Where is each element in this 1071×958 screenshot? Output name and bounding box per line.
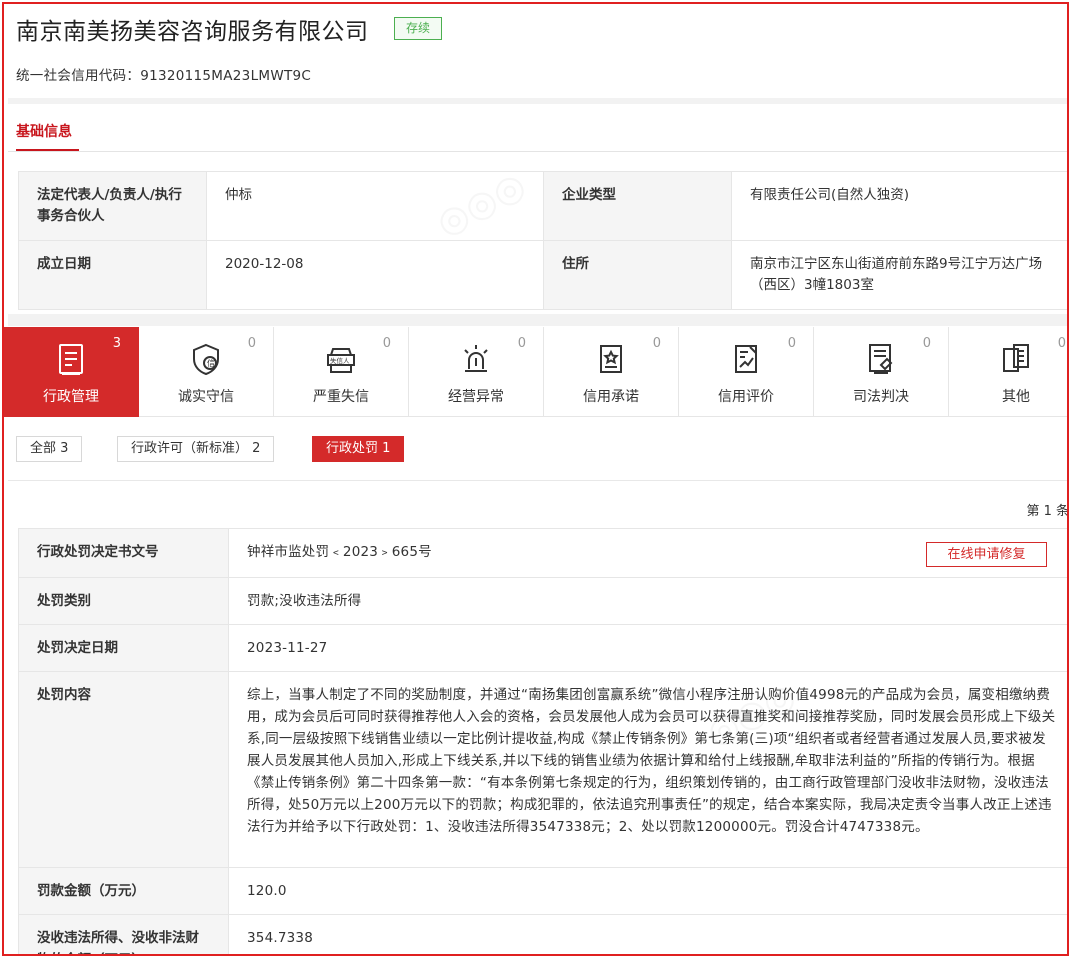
page-frame: ◎◎◎ ◎◎◎ ◎◎◎ 南京南美扬美容咨询服务有限公司 存续 统一社会信用代码：…	[2, 2, 1069, 956]
table-row: 成立日期 2020-12-08 住所 南京市江宁区东山街道府前东路9号江宁万达广…	[18, 240, 1067, 310]
fine-amount-value: 120.0	[228, 867, 1067, 915]
tab-basic-info[interactable]: 基础信息	[16, 121, 72, 141]
category-label: 行政管理	[43, 389, 99, 405]
category-tab-admin[interactable]: 3 行政管理	[4, 327, 139, 417]
table-row: 没收违法所得、没收非法财物的金额（万元） 354.7338	[18, 914, 1067, 954]
document-list-icon	[59, 344, 83, 375]
category-tab-abnormal[interactable]: 0 经营异常	[409, 327, 544, 417]
found-date-value: 2020-12-08	[206, 240, 544, 310]
category-label: 处罚类别	[18, 577, 229, 625]
table-row: 处罚内容 综上，当事人制定了不同的奖励制度，并通过“南扬集团创富赢系统”微信小程…	[18, 671, 1067, 868]
category-count: 0	[1057, 336, 1066, 351]
filter-penalty-button[interactable]: 行政处罚 1	[312, 436, 405, 462]
category-count: 3	[112, 336, 121, 351]
category-label: 信用承诺	[583, 389, 639, 405]
table-row: 处罚类别 罚款;没收违法所得	[18, 577, 1067, 625]
decision-date-value: 2023-11-27	[228, 624, 1067, 672]
category-label: 信用评价	[718, 389, 774, 405]
svg-text:失信人: 失信人	[330, 356, 350, 365]
company-name: 南京南美扬美容咨询服务有限公司	[16, 19, 369, 45]
content-label: 处罚内容	[18, 671, 229, 868]
filter-license-button[interactable]: 行政许可（新标准） 2	[117, 436, 275, 462]
category-count: 0	[787, 336, 796, 351]
category-count: 0	[247, 336, 256, 351]
judgment-document-icon	[869, 344, 893, 374]
filter-all-button[interactable]: 全部 3	[16, 436, 83, 462]
table-row: 行政处罚决定书文号 钟祥市监处罚﹤2023﹥665号	[18, 528, 1067, 578]
found-date-label: 成立日期	[18, 240, 207, 310]
credit-code: 统一社会信用代码：91320115MA23LMWT9C	[16, 68, 312, 84]
category-count: 0	[517, 336, 526, 351]
category-tab-honesty[interactable]: 0 信 诚实守信	[139, 327, 274, 417]
table-row: 法定代表人/负责人/执行事务合伙人 仲标 企业类型 有限责任公司(自然人独资)	[18, 171, 1067, 241]
penalty-detail-table: 行政处罚决定书文号 钟祥市监处罚﹤2023﹥665号 处罚类别 罚款;没收违法所…	[18, 528, 1067, 954]
category-label: 诚实守信	[178, 389, 234, 405]
content-value: 综上，当事人制定了不同的奖励制度，并通过“南扬集团创富赢系统”微信小程序注册认购…	[228, 671, 1067, 868]
decision-date-label: 处罚决定日期	[18, 624, 229, 672]
category-label: 司法判决	[853, 389, 909, 405]
legal-rep-value: 仲标	[206, 171, 544, 241]
shield-credit-icon: 信	[193, 343, 219, 376]
category-tab-other[interactable]: 0 其他	[949, 327, 1067, 417]
category-tab-dishonest[interactable]: 0 失信人 严重失信	[274, 327, 409, 417]
legal-rep-label: 法定代表人/负责人/执行事务合伙人	[18, 171, 207, 241]
evaluation-chart-icon	[735, 345, 757, 373]
table-row: 处罚决定日期 2023-11-27	[18, 624, 1067, 672]
basic-info-table: 法定代表人/负责人/执行事务合伙人 仲标 企业类型 有限责任公司(自然人独资) …	[18, 171, 1067, 310]
tab-divider	[8, 151, 1067, 152]
online-repair-button[interactable]: 在线申请修复	[926, 542, 1047, 567]
status-badge: 存续	[394, 17, 442, 40]
category-label: 其他	[1002, 389, 1030, 405]
ent-type-value: 有限责任公司(自然人独资)	[731, 171, 1067, 241]
category-count: 0	[652, 336, 661, 351]
dishonest-person-icon: 失信人	[327, 348, 355, 373]
category-tab-judicial[interactable]: 0 司法判决	[814, 327, 949, 417]
category-label: 严重失信	[313, 389, 369, 405]
fine-amount-label: 罚款金额（万元）	[18, 867, 229, 915]
section-divider	[8, 314, 1067, 326]
category-label: 经营异常	[448, 389, 504, 405]
category-count: 0	[922, 336, 931, 351]
category-tabs: 3 行政管理 0 信 诚实守信 0 失信人 严重失信 0 经营异常 0 信用承诺…	[4, 327, 1067, 417]
confiscate-amount-value: 354.7338	[228, 914, 1067, 954]
certificate-icon	[600, 345, 622, 373]
address-label: 住所	[543, 240, 732, 310]
section-divider	[8, 98, 1067, 104]
alarm-light-icon	[464, 345, 488, 372]
page-count: 第 1 条	[1026, 504, 1069, 519]
other-document-icon	[1003, 344, 1029, 372]
category-tab-commitment[interactable]: 0 信用承诺	[544, 327, 679, 417]
category-value: 罚款;没收违法所得	[228, 577, 1067, 625]
category-tab-evaluation[interactable]: 0 信用评价	[679, 327, 814, 417]
table-row: 罚款金额（万元） 120.0	[18, 867, 1067, 915]
category-count: 0	[382, 336, 391, 351]
confiscate-amount-label: 没收违法所得、没收非法财物的金额（万元）	[18, 914, 229, 954]
ent-type-label: 企业类型	[543, 171, 732, 241]
svg-text:信: 信	[207, 358, 215, 368]
doc-no-label: 行政处罚决定书文号	[18, 528, 229, 578]
address-value: 南京市江宁区东山街道府前东路9号江宁万达广场（西区）3幢1803室	[731, 240, 1067, 310]
filter-divider	[8, 480, 1067, 481]
